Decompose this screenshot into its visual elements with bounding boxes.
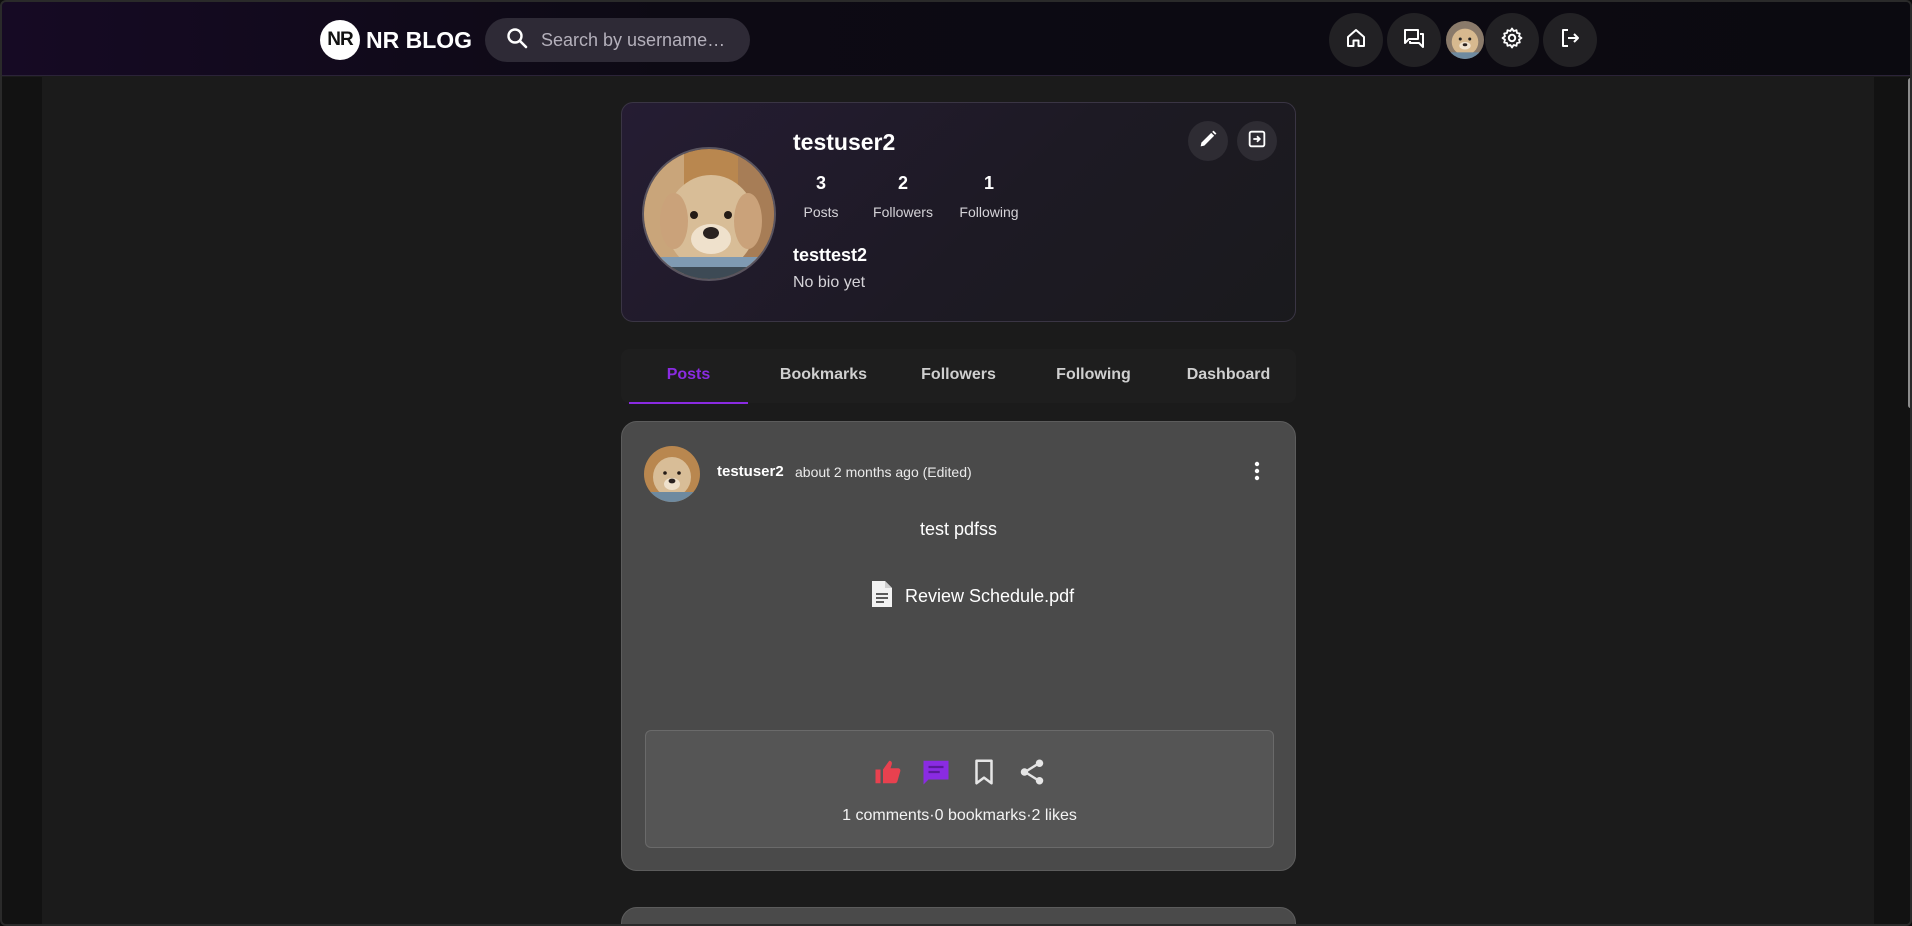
next-post-card	[621, 907, 1296, 924]
share-button[interactable]	[1014, 757, 1050, 791]
tab-bookmarks[interactable]: Bookmarks	[756, 349, 891, 403]
logo[interactable]: NR NR BLOG	[320, 20, 472, 60]
profile-bio: No bio yet	[793, 274, 866, 291]
search-input[interactable]	[541, 29, 731, 51]
share-icon	[1017, 757, 1047, 792]
post-options-button[interactable]	[1242, 458, 1272, 488]
profile-card: testuser2 3 Posts 2 Followers 1 Followin…	[621, 102, 1296, 322]
top-navbar: NR NR BLOG	[2, 2, 1910, 76]
stat-label: Following	[959, 204, 1019, 220]
logout-icon	[1558, 26, 1582, 55]
left-gutter	[2, 77, 42, 924]
attachment-filename: Review Schedule.pdf	[905, 586, 1075, 606]
profile-display-name: testtest2	[793, 245, 868, 265]
post-actions-panel: 1 comments·0 bookmarks·2 likes	[645, 730, 1274, 848]
post-card: testuser2 about 2 months ago (Edited) te…	[621, 421, 1296, 871]
home-icon	[1344, 26, 1368, 55]
tab-dashboard[interactable]: Dashboard	[1161, 349, 1296, 403]
tab-following[interactable]: Following	[1026, 349, 1161, 403]
stat-value: 2	[897, 173, 908, 193]
search-icon	[505, 26, 529, 55]
edit-icon	[1197, 128, 1219, 155]
forum-icon	[1402, 26, 1426, 55]
post-author-avatar[interactable]	[644, 446, 700, 502]
bookmark-icon	[969, 757, 999, 792]
stat-value: 1	[983, 173, 994, 193]
settings-button[interactable]	[1485, 13, 1539, 67]
logo-badge: NR	[320, 20, 360, 60]
stat-following[interactable]: 1 Following	[957, 173, 1021, 220]
app-window: NR NR BLOG Search by username… testuser2…	[0, 0, 1912, 926]
avatar[interactable]	[1446, 21, 1484, 59]
document-icon	[869, 579, 895, 614]
profile-username: testuser2	[793, 129, 896, 155]
post-author-name[interactable]: testuser2	[717, 463, 784, 480]
right-gutter	[1874, 77, 1910, 924]
gear-icon	[1500, 26, 1524, 55]
stat-label: Followers	[873, 204, 933, 220]
post-text: test pdfss	[919, 519, 998, 539]
post-engagement-counts: 1 comments·0 bookmarks·2 likes	[842, 807, 1077, 824]
page-scrollbar[interactable]	[1908, 78, 1910, 408]
profile-stats: 3 Posts 2 Followers 1 Following	[793, 173, 1043, 220]
profile-avatar	[642, 147, 776, 281]
post-attachment[interactable]: Review Schedule.pdf	[859, 579, 1074, 614]
comment-icon	[921, 757, 951, 792]
messages-button[interactable]	[1387, 13, 1441, 67]
exit-icon	[1246, 128, 1268, 155]
exit-button[interactable]	[1237, 121, 1277, 161]
stat-posts[interactable]: 3 Posts	[793, 173, 849, 220]
post-actions	[646, 757, 1273, 791]
comment-button[interactable]	[918, 757, 954, 791]
logo-text: NR BLOG	[366, 26, 473, 53]
stat-label: Posts	[803, 204, 839, 220]
like-icon	[873, 757, 903, 792]
search-bar[interactable]	[485, 18, 750, 62]
more-vert-icon	[1245, 459, 1269, 488]
tab-posts[interactable]: Posts	[621, 349, 756, 404]
logout-button[interactable]	[1543, 13, 1597, 67]
like-button[interactable]	[870, 757, 906, 791]
stat-value: 3	[815, 173, 826, 193]
bookmark-button[interactable]	[966, 757, 1002, 791]
profile-tabs: Posts Bookmarks Followers Following Dash…	[621, 349, 1296, 404]
post-timestamp: about 2 months ago (Edited)	[795, 464, 972, 480]
stat-followers[interactable]: 2 Followers	[871, 173, 935, 220]
tab-followers[interactable]: Followers	[891, 349, 1026, 403]
edit-profile-button[interactable]	[1188, 121, 1228, 161]
home-button[interactable]	[1329, 13, 1383, 67]
